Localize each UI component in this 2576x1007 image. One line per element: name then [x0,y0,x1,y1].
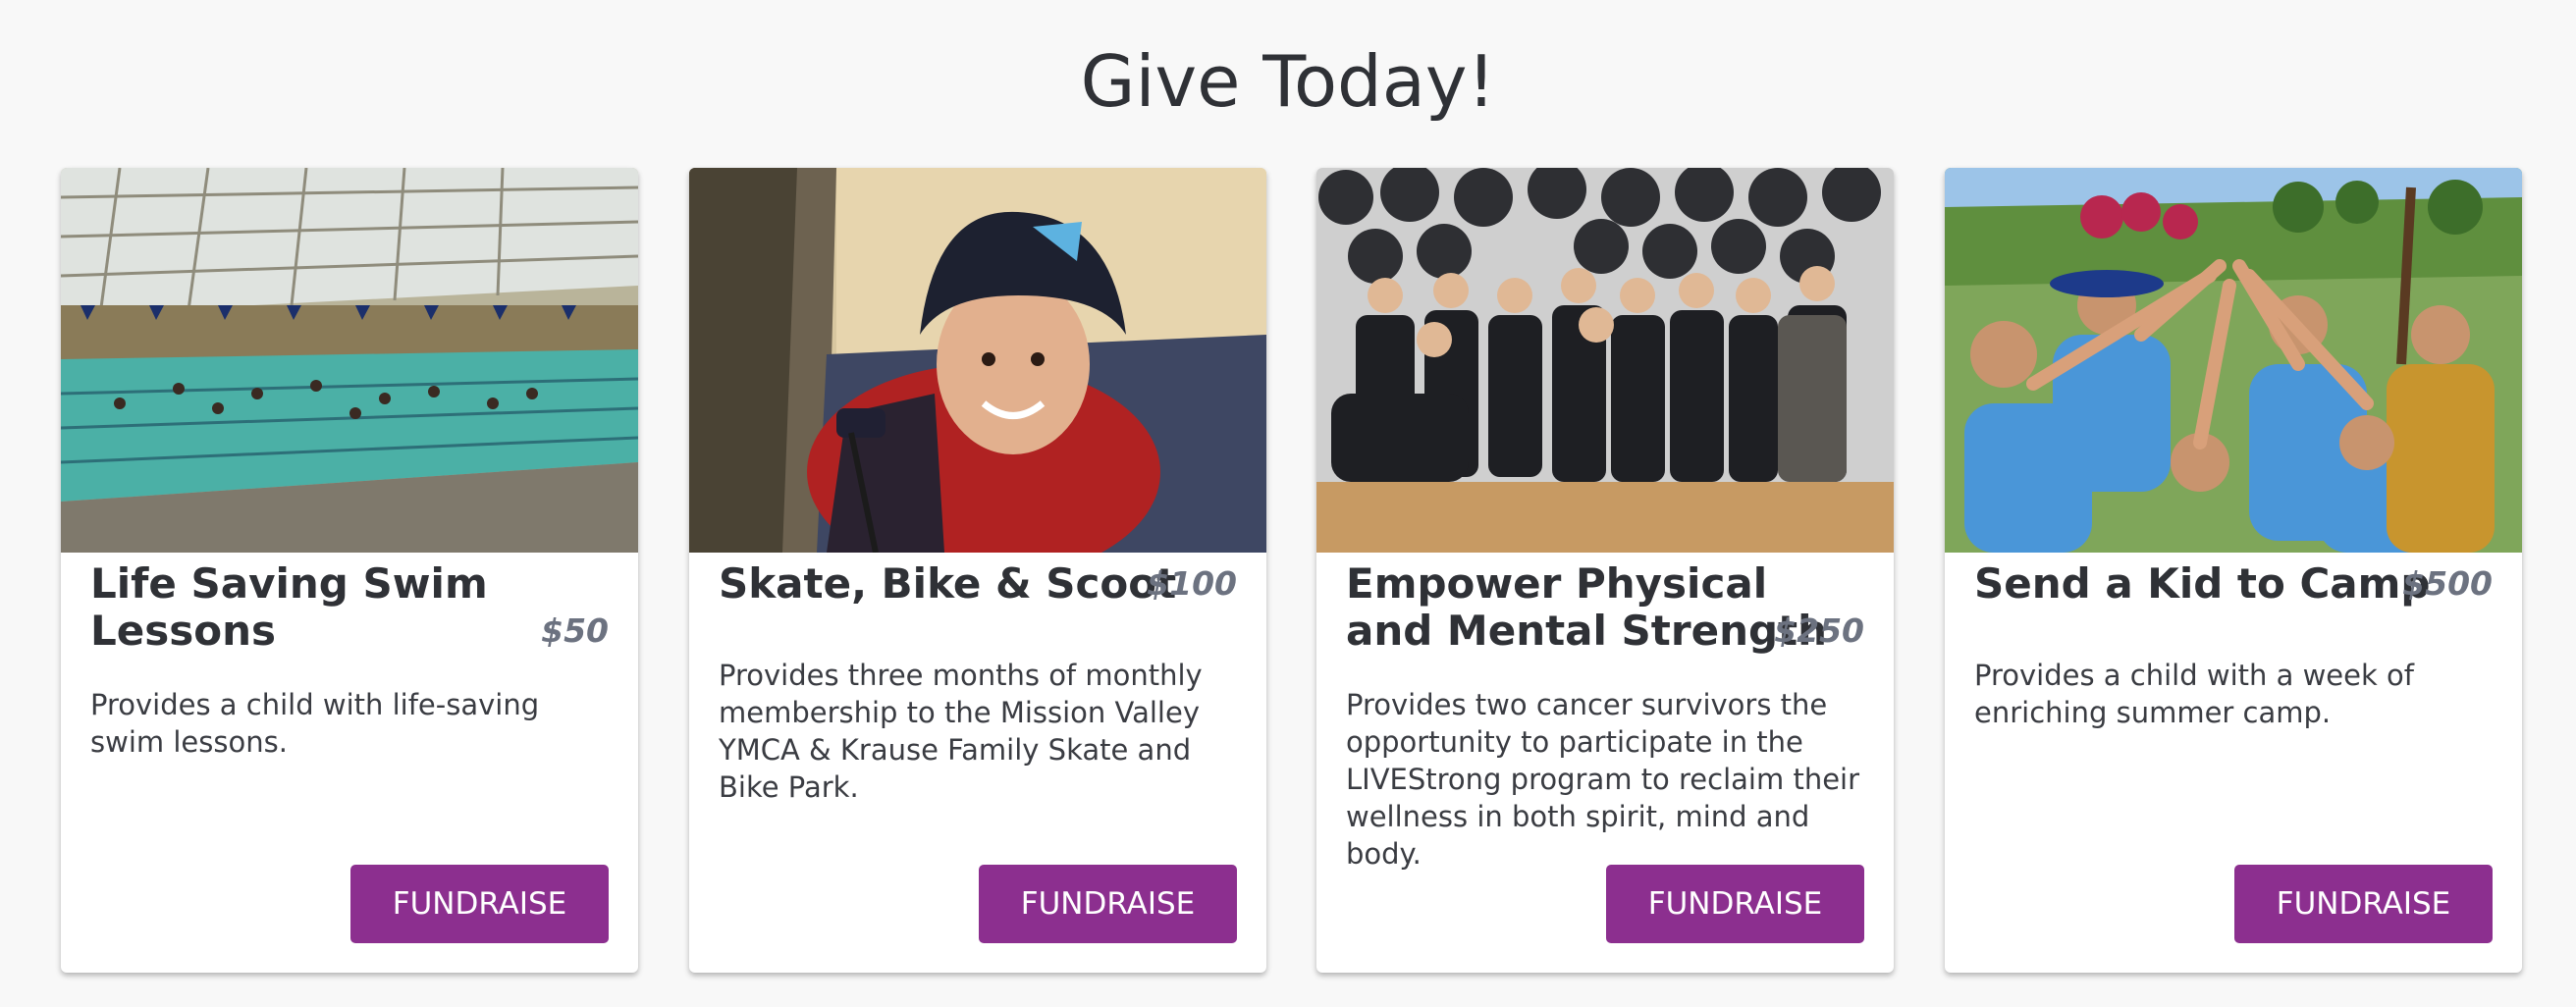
fundraise-button[interactable]: FUNDRAISE [2234,865,2493,943]
swimming-pool-image [61,168,638,553]
card-description: Provides a child with a week of enrichin… [1974,659,2414,729]
page-title: Give Today! [1080,40,1496,123]
card-description: Provides two cancer survivors the opport… [1346,688,1860,871]
fundraise-button[interactable]: FUNDRAISE [979,865,1237,943]
card-price: $250 [1774,611,1864,650]
donation-card-livestrong: Empower Physical and Mental Strength $25… [1316,168,1894,973]
card-description: Provides three months of monthly members… [719,659,1203,804]
kids-at-camp-image [1945,168,2522,553]
livestrong-group-image [1316,168,1894,553]
donation-card-camp: Send a Kid to Camp $500 Provides a child… [1945,168,2522,973]
donation-card-skate: Skate, Bike & Scoot $100 Provides three … [689,168,1266,973]
card-price: $50 [541,611,609,650]
fundraise-button[interactable]: FUNDRAISE [1606,865,1864,943]
card-price: $500 [2402,564,2493,603]
card-description: Provides a child with life-saving swim l… [90,688,540,759]
donation-card-swim: Life Saving Swim Lessons $50 Provides a … [61,168,638,973]
boy-with-helmet-image [689,168,1266,553]
card-price: $100 [1147,564,1237,603]
fundraise-button[interactable]: FUNDRAISE [350,865,609,943]
card-title: Life Saving Swim Lessons [90,559,488,655]
